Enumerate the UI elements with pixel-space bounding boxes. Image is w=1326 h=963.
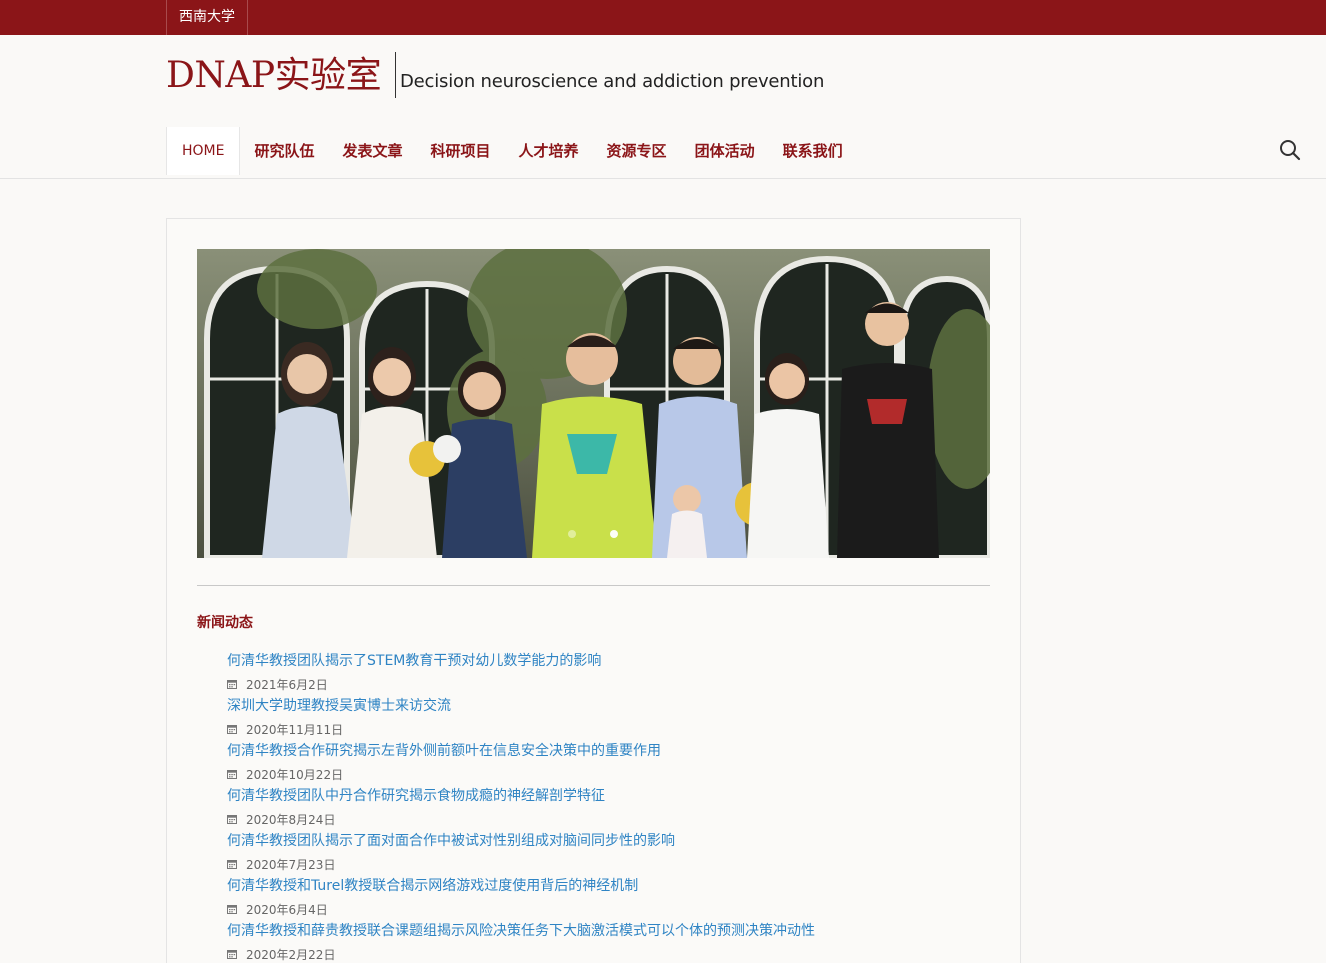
slider-dot-1[interactable] xyxy=(568,530,576,538)
image-slider[interactable] xyxy=(197,249,990,558)
calendar-icon xyxy=(227,814,237,824)
nav-item-home[interactable]: HOME xyxy=(166,127,241,175)
title-divider xyxy=(395,52,396,98)
news-date-text: 2020年2月22日 xyxy=(246,947,336,962)
top-bar: 西南大学 xyxy=(0,0,1326,35)
nav-item-activities[interactable]: 团体活动 xyxy=(681,127,769,175)
calendar-icon xyxy=(227,724,237,734)
nav-item-resources[interactable]: 资源专区 xyxy=(593,127,681,175)
news-date-text: 2020年11月11日 xyxy=(246,722,344,737)
news-date: 2020年11月11日 xyxy=(227,718,987,740)
nav-item-publications[interactable]: 发表文章 xyxy=(329,127,417,175)
news-link[interactable]: 何清华教授合作研究揭示左背外侧前额叶在信息安全决策中的重要作用 xyxy=(227,740,987,763)
news-item: 何清华教授团队揭示了STEM教育干预对幼儿数学能力的影响 2021年6月2日 xyxy=(227,650,987,695)
news-link[interactable]: 何清华教授和Turel教授联合揭示网络游戏过度使用背后的神经机制 xyxy=(227,875,987,898)
calendar-icon xyxy=(227,769,237,779)
news-date: 2020年2月22日 xyxy=(227,943,987,963)
nav-item-training[interactable]: 人才培养 xyxy=(505,127,593,175)
main-nav: HOME 研究队伍 发表文章 科研项目 人才培养 资源专区 团体活动 联系我们 xyxy=(166,127,857,175)
header-divider xyxy=(0,178,1326,179)
news-link[interactable]: 深圳大学助理教授吴寅博士来访交流 xyxy=(227,695,987,718)
search-icon[interactable] xyxy=(1278,138,1302,162)
news-item: 何清华教授和Turel教授联合揭示网络游戏过度使用背后的神经机制 2020年6月… xyxy=(227,875,987,920)
news-date: 2020年8月24日 xyxy=(227,808,987,830)
calendar-icon xyxy=(227,859,237,869)
news-date: 2021年6月2日 xyxy=(227,673,987,695)
calendar-icon xyxy=(227,679,237,689)
news-item: 何清华教授和薛贵教授联合课题组揭示风险决策任务下大脑激活模式可以个体的预测决策冲… xyxy=(227,920,987,963)
slider-dot-2[interactable] xyxy=(610,530,618,538)
news-date-text: 2021年6月2日 xyxy=(246,677,328,692)
news-link[interactable]: 何清华教授团队揭示了STEM教育干预对幼儿数学能力的影响 xyxy=(227,650,987,673)
news-item: 深圳大学助理教授吴寅博士来访交流 2020年11月11日 xyxy=(227,695,987,740)
calendar-icon xyxy=(227,904,237,914)
nav-item-contact[interactable]: 联系我们 xyxy=(769,127,857,175)
news-date: 2020年6月4日 xyxy=(227,898,987,920)
news-date-text: 2020年8月24日 xyxy=(246,812,336,827)
content-divider xyxy=(197,585,990,586)
news-item: 何清华教授团队揭示了面对面合作中被试对性别组成对脑间同步性的影响 2020年7月… xyxy=(227,830,987,875)
group-photo xyxy=(197,249,990,558)
nav-item-projects[interactable]: 科研项目 xyxy=(417,127,505,175)
news-link[interactable]: 何清华教授团队揭示了面对面合作中被试对性别组成对脑间同步性的影响 xyxy=(227,830,987,853)
news-section-title: 新闻动态 xyxy=(197,615,253,631)
news-date: 2020年10月22日 xyxy=(227,763,987,785)
calendar-icon xyxy=(227,949,237,959)
news-date-text: 2020年6月4日 xyxy=(246,902,328,917)
university-link[interactable]: 西南大学 xyxy=(166,0,248,35)
news-link[interactable]: 何清华教授团队中丹合作研究揭示食物成瘾的神经解剖学特征 xyxy=(227,785,987,808)
news-date-text: 2020年7月23日 xyxy=(246,857,336,872)
news-item: 何清华教授合作研究揭示左背外侧前额叶在信息安全决策中的重要作用 2020年10月… xyxy=(227,740,987,785)
news-date: 2020年7月23日 xyxy=(227,853,987,875)
news-item: 何清华教授团队中丹合作研究揭示食物成瘾的神经解剖学特征 2020年8月24日 xyxy=(227,785,987,830)
site-title[interactable]: DNAP实验室 xyxy=(166,54,382,98)
news-link[interactable]: 何清华教授和薛贵教授联合课题组揭示风险决策任务下大脑激活模式可以个体的预测决策冲… xyxy=(227,920,987,943)
nav-item-research-team[interactable]: 研究队伍 xyxy=(240,127,328,175)
news-date-text: 2020年10月22日 xyxy=(246,767,344,782)
news-list: 何清华教授团队揭示了STEM教育干预对幼儿数学能力的影响 2021年6月2日 深… xyxy=(227,650,987,963)
site-tagline: Decision neuroscience and addiction prev… xyxy=(400,71,825,92)
